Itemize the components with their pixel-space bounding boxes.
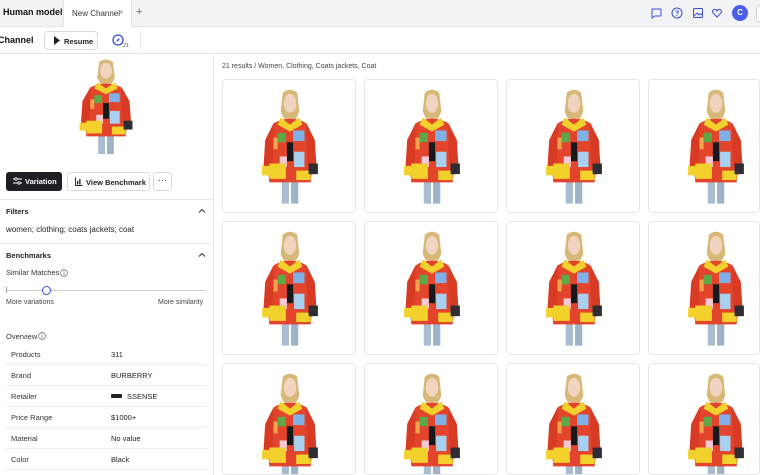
overview-row-price-range: Price Range $1000+ [5, 407, 207, 428]
similarity-slider-thumb[interactable] [41, 286, 51, 295]
product-card[interactable] [506, 363, 640, 475]
product-image [259, 372, 321, 475]
app-title: Human model [3, 7, 63, 17]
overview-value: No value [111, 434, 141, 443]
view-benchmark-button[interactable]: View Benchmark [67, 172, 150, 191]
product-card[interactable] [222, 221, 356, 355]
tab-label: New Channel [72, 9, 121, 18]
reference-product-image [76, 58, 136, 156]
sliders-icon [13, 177, 22, 185]
product-card[interactable] [648, 221, 760, 355]
chevron-up-icon[interactable] [198, 251, 206, 259]
overview-key: Material [11, 434, 38, 443]
product-image [685, 88, 747, 206]
product-card[interactable] [364, 79, 498, 213]
resume-label: Resume [64, 37, 94, 46]
more-options-button[interactable]: ··· [153, 172, 172, 191]
left-panel: Variation View Benchmark ··· Filters wom… [0, 55, 214, 475]
overview-value: BURBERRY [111, 371, 153, 380]
filters-text: women; clothing; coats jackets; coat [6, 225, 135, 234]
top-bar: Human model New Channel × + C [0, 0, 760, 27]
resume-button[interactable]: Resume [44, 31, 98, 50]
similarity-slider-track[interactable] [6, 290, 206, 291]
product-card[interactable] [364, 221, 498, 355]
tab-new-channel[interactable]: New Channel × [63, 0, 132, 27]
product-image [685, 230, 747, 348]
overview-key: Color [11, 455, 29, 464]
add-tab-icon[interactable]: + [136, 6, 142, 18]
channel-title: Channel [0, 35, 34, 45]
product-image [401, 88, 463, 206]
info-icon[interactable] [60, 269, 68, 277]
image-icon[interactable] [692, 7, 704, 19]
slider-right-label: More similarity [158, 299, 204, 306]
help-icon[interactable] [671, 7, 683, 19]
overview-row-brand: Brand BURBERRY [5, 365, 207, 386]
variation-button[interactable]: Variation [6, 172, 62, 191]
chevron-up-icon[interactable] [198, 207, 206, 215]
results-header: 21 results / Women, Clothing, Coats jack… [222, 63, 377, 70]
variation-label: Variation [25, 177, 57, 186]
product-image [543, 230, 605, 348]
heart-icon[interactable] [711, 7, 723, 19]
divider [0, 243, 213, 244]
overview-row-retailer: Retailer SSENSE [5, 386, 207, 407]
similar-matches-label: Similar Matches [6, 268, 60, 277]
product-card[interactable] [648, 363, 760, 475]
tab-close-icon[interactable]: × [119, 8, 124, 17]
product-image [259, 230, 321, 348]
product-card[interactable] [222, 79, 356, 213]
filters-title: Filters [6, 207, 29, 216]
slider-left-label: More variations [6, 299, 54, 306]
view-benchmark-label: View Benchmark [86, 178, 146, 187]
channel-bar: Channel Resume 21 [0, 27, 760, 54]
product-image [259, 88, 321, 206]
window-edge-control[interactable] [756, 5, 760, 22]
overview-value: $1000+ [111, 413, 137, 422]
product-image [543, 88, 605, 206]
overview-key: Retailer [11, 392, 37, 401]
slider-tick [6, 287, 7, 293]
product-image [543, 372, 605, 475]
product-card[interactable] [364, 363, 498, 475]
overview-key: Brand [11, 371, 32, 380]
overview-row-color: Color Black [5, 449, 207, 470]
overview-value: SSENSE [127, 392, 158, 401]
product-image [685, 372, 747, 475]
play-icon [54, 36, 60, 45]
info-icon[interactable] [38, 332, 46, 340]
benchmark-chart-icon [75, 177, 83, 186]
product-image [401, 230, 463, 348]
product-card[interactable] [506, 79, 640, 213]
product-card[interactable] [648, 79, 760, 213]
avatar[interactable]: C [732, 5, 748, 21]
overview-value: Black [111, 455, 130, 464]
overview-key: Products [11, 350, 41, 359]
product-image [401, 372, 463, 475]
product-card[interactable] [222, 363, 356, 475]
divider [0, 199, 213, 200]
product-card[interactable] [506, 221, 640, 355]
retailer-logo [111, 394, 122, 398]
overview-row-products: Products 311 [5, 344, 207, 365]
overview-row-material: Material No value [5, 428, 207, 449]
divider [140, 31, 141, 50]
overview-label: Overview [6, 332, 38, 341]
compass-count: 21 [123, 43, 130, 49]
overview-value: 311 [111, 350, 123, 359]
overview-key: Price Range [11, 413, 53, 422]
benchmarks-title: Benchmarks [6, 251, 52, 260]
chat-icon[interactable] [650, 7, 662, 19]
